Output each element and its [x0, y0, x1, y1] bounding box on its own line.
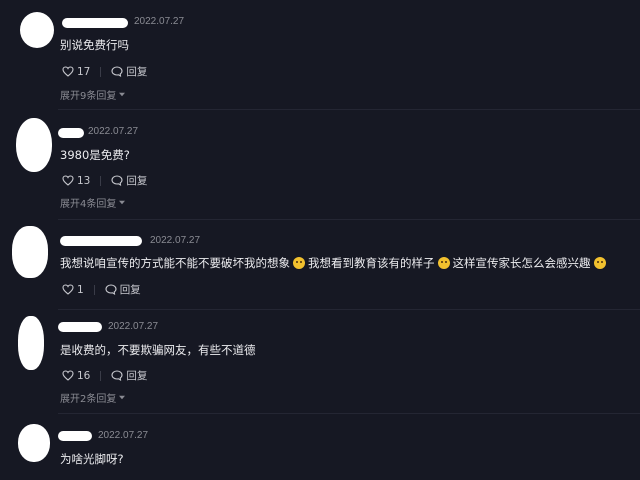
heart-outline-icon	[62, 284, 74, 295]
heart-outline-icon	[62, 66, 74, 77]
like-count: 16	[77, 369, 91, 382]
comment-text: 是收费的，不要欺骗网友，有些不道德	[60, 343, 256, 357]
like-button[interactable]: 17	[62, 66, 90, 78]
reply-button[interactable]: 回复	[111, 368, 147, 383]
thinking-emoji-icon	[437, 257, 450, 269]
expand-replies-button[interactable]: 展开2条回复	[60, 390, 126, 405]
action-separator	[93, 284, 95, 295]
comment-actions: 1 回复	[62, 282, 141, 297]
chevron-down-icon	[119, 92, 126, 97]
like-count: 1	[77, 283, 84, 296]
heart-outline-icon	[62, 175, 74, 186]
comment-text-part: 这样宣传家长怎么会感兴趣	[452, 256, 591, 270]
comment-text-part: 我想说咱宣传的方式能不能不要破坏我的想象	[60, 256, 290, 270]
reply-label: 回复	[126, 370, 148, 382]
reply-label: 回复	[126, 175, 148, 187]
username-redacted[interactable]	[60, 236, 142, 246]
comment-timestamp: 2022.07.27	[88, 126, 139, 137]
username-redacted[interactable]	[58, 128, 84, 138]
action-separator	[100, 370, 102, 381]
username-redacted[interactable]	[58, 431, 92, 441]
like-count: 13	[77, 174, 91, 187]
comment-feed: 2022.07.27 别说免费行吗 17 回复 展开9条回复 2022.07.2…	[0, 0, 640, 480]
comment-text: 3980是免费?	[60, 148, 130, 162]
avatar[interactable]	[20, 12, 54, 48]
speech-bubble-icon	[111, 175, 123, 186]
expand-replies-button[interactable]: 展开9条回复	[60, 87, 126, 102]
comment-text: 为啥光脚呀?	[60, 452, 124, 466]
speech-bubble-icon	[105, 284, 117, 295]
expand-replies-button[interactable]: 展开4条回复	[60, 195, 126, 210]
comment-timestamp: 2022.07.27	[134, 16, 185, 27]
avatar[interactable]	[16, 118, 52, 172]
reply-label: 回复	[126, 66, 148, 78]
action-separator	[100, 175, 102, 186]
reply-button[interactable]: 回复	[105, 282, 141, 297]
username-redacted[interactable]	[58, 322, 102, 332]
action-separator	[100, 66, 102, 77]
avatar[interactable]	[18, 316, 44, 370]
comment-timestamp: 2022.07.27	[108, 321, 159, 332]
comment-item: 2022.07.27 是收费的，不要欺骗网友，有些不道德 16 回复 展开2条回…	[0, 310, 640, 414]
comment-item: 2022.07.27 我想说咱宣传的方式能不能不要破坏我的想象 我想看到教育该有的…	[0, 220, 640, 310]
like-count: 17	[77, 65, 91, 78]
comment-text: 我想说咱宣传的方式能不能不要破坏我的想象 我想看到教育该有的样子 这样宣传家长怎么会…	[60, 255, 609, 271]
avatar[interactable]	[12, 226, 48, 278]
comment-actions: 17 回复	[62, 64, 147, 79]
comment-timestamp: 2022.07.27	[98, 430, 149, 441]
reply-button[interactable]: 回复	[111, 173, 147, 188]
expand-replies-label: 展开2条回复	[60, 394, 117, 405]
like-button[interactable]: 16	[62, 370, 90, 382]
like-button[interactable]: 13	[62, 175, 90, 187]
like-button[interactable]: 1	[62, 284, 84, 296]
expand-replies-label: 展开4条回复	[60, 199, 117, 210]
comment-actions: 13 回复	[62, 173, 147, 188]
comment-item: 2022.07.27 3980是免费? 13 回复 展开4条回复	[0, 110, 640, 220]
reply-button[interactable]: 回复	[111, 64, 147, 79]
avatar[interactable]	[18, 424, 50, 462]
username-redacted[interactable]	[62, 18, 128, 28]
expand-replies-label: 展开9条回复	[60, 91, 117, 102]
speech-bubble-icon	[111, 66, 123, 77]
comment-item: 2022.07.27 别说免费行吗 17 回复 展开9条回复	[0, 0, 640, 110]
comment-item: 2022.07.27 为啥光脚呀?	[0, 414, 640, 480]
comment-actions: 16 回复	[62, 368, 147, 383]
thinking-emoji-icon	[593, 257, 606, 269]
reply-label: 回复	[119, 284, 141, 296]
speech-bubble-icon	[111, 370, 123, 381]
comment-timestamp: 2022.07.27	[150, 235, 201, 246]
laughing-tears-emoji-icon	[293, 257, 305, 269]
comment-text: 别说免费行吗	[60, 38, 129, 52]
heart-outline-icon	[62, 370, 74, 381]
chevron-down-icon	[119, 395, 126, 400]
chevron-down-icon	[119, 200, 126, 205]
comment-text-part: 我想看到教育该有的样子	[308, 256, 435, 270]
